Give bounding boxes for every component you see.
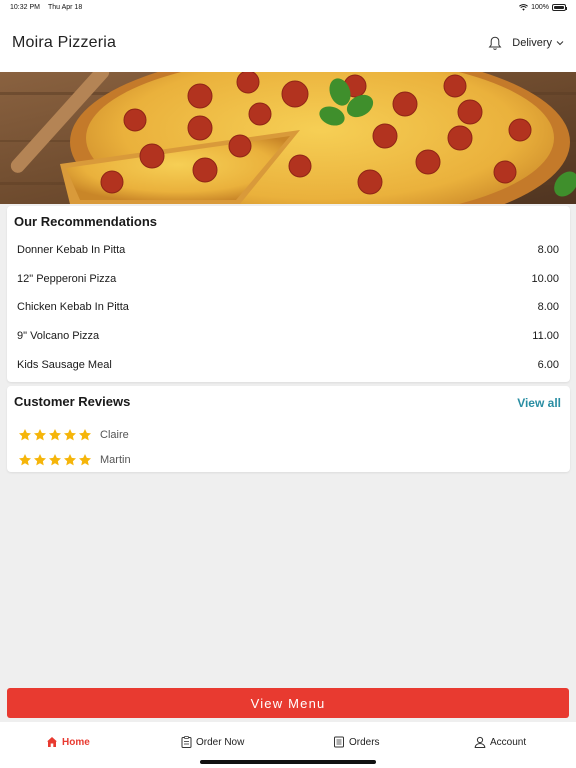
reviews-title: Customer Reviews (14, 394, 131, 409)
wifi-icon (519, 3, 529, 11)
chevron-down-icon (556, 41, 564, 46)
recommendation-price: 10.00 (531, 272, 559, 285)
recommendation-name: 12" Pepperoni Pizza (17, 272, 117, 285)
star-icon (63, 429, 77, 441)
status-time: 10:32 PM (10, 3, 40, 11)
tab-home[interactable]: Home (46, 736, 90, 748)
tab-order-now[interactable]: Order Now (181, 736, 244, 748)
recommendations-title: Our Recommendations (14, 214, 158, 229)
recommendation-item[interactable]: Kids Sausage Meal 6.00 (17, 350, 559, 379)
star-rating (18, 453, 92, 467)
tab-label: Account (490, 736, 527, 748)
review-item[interactable]: Claire (18, 428, 129, 442)
star-icon (18, 454, 32, 466)
tab-account[interactable]: Account (474, 736, 526, 748)
star-icon (48, 429, 62, 441)
status-bar: 10:32 PM Thu Apr 18 100% (0, 0, 576, 14)
battery-fill (554, 5, 564, 9)
home-indicator (200, 760, 376, 764)
reviews-card: Customer Reviews View all Claire Martin (7, 386, 570, 472)
star-icon (78, 429, 92, 441)
restaurant-title: Moira Pizzeria (12, 34, 117, 51)
clipboard-icon (181, 736, 192, 748)
star-icon (63, 454, 77, 466)
recommendation-item[interactable]: 9" Volcano Pizza 11.00 (17, 322, 559, 351)
star-icon (33, 429, 47, 441)
battery-icon (552, 3, 567, 11)
recommendation-name: Chicken Kebab In Pitta (17, 301, 129, 314)
bell-icon[interactable] (488, 36, 502, 51)
star-icon (18, 429, 32, 441)
recommendation-item[interactable]: 12" Pepperoni Pizza 10.00 (17, 265, 559, 294)
recommendation-item[interactable]: Chicken Kebab In Pitta 8.00 (17, 293, 559, 322)
recommendation-name: Kids Sausage Meal (17, 358, 112, 371)
reviewer-name: Claire (100, 429, 129, 441)
home-icon (47, 737, 57, 747)
star-icon (78, 454, 92, 466)
pizza-photo (0, 72, 576, 204)
battery-percent: 100% (531, 3, 549, 11)
recommendations-list: Donner Kebab In Pitta 8.00 12" Pepperoni… (17, 236, 559, 379)
tab-label: Home (62, 736, 90, 748)
review-item[interactable]: Martin (18, 453, 131, 467)
status-right: 100% (519, 3, 567, 11)
reviewer-name: Martin (100, 454, 131, 466)
view-all-reviews-link[interactable]: View all (517, 396, 561, 410)
star-rating (18, 428, 92, 442)
tab-orders[interactable]: Orders (333, 736, 380, 748)
tab-label: Orders (349, 736, 380, 748)
recommendation-name: Donner Kebab In Pitta (17, 244, 126, 257)
user-icon (474, 736, 486, 748)
hero-pizza-image (0, 72, 576, 204)
view-menu-button[interactable]: View Menu (7, 688, 569, 718)
recommendation-price: 6.00 (537, 358, 559, 371)
app-header: Moira Pizzeria Delivery (0, 14, 576, 72)
recommendation-item[interactable]: Donner Kebab In Pitta 8.00 (17, 236, 559, 265)
recommendation-name: 9" Volcano Pizza (17, 330, 100, 343)
header-right: Delivery (488, 36, 564, 51)
delivery-mode-dropdown[interactable]: Delivery (512, 37, 564, 49)
status-date: Thu Apr 18 (47, 3, 83, 11)
receipt-icon (334, 736, 344, 748)
recommendation-price: 8.00 (537, 244, 559, 257)
recommendation-price: 8.00 (537, 301, 559, 314)
recommendations-card: Our Recommendations Donner Kebab In Pitt… (7, 206, 570, 382)
star-icon (33, 454, 47, 466)
star-icon (48, 454, 62, 466)
delivery-mode-label: Delivery (512, 37, 552, 49)
tab-label: Order Now (196, 736, 245, 748)
recommendation-price: 11.00 (532, 330, 559, 343)
